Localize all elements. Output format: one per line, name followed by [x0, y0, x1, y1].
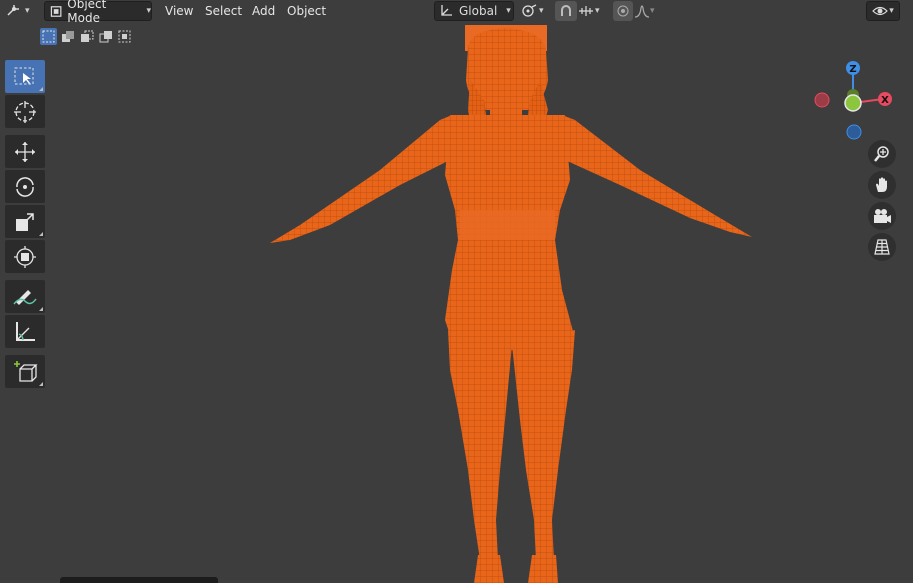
hand-pan-icon	[876, 177, 887, 192]
select-intersect-button[interactable]	[116, 28, 133, 45]
axis-x-label: X	[881, 95, 889, 106]
magnet-icon	[561, 5, 571, 16]
grid-perspective-icon	[874, 239, 890, 255]
tool-add-cube[interactable]	[5, 355, 45, 388]
rotate-icon	[16, 176, 34, 197]
chevron-down-icon: ▾	[595, 6, 600, 16]
scale-icon	[16, 212, 34, 231]
3d-viewport[interactable]: ▾ Object Mode ▾ View Select Add Object G…	[0, 0, 913, 583]
axis-y-circle[interactable]	[844, 94, 862, 112]
move-icon	[15, 141, 35, 162]
tool-transform[interactable]	[5, 240, 45, 273]
tool-cursor[interactable]	[5, 95, 45, 128]
falloff-curve-icon	[634, 5, 650, 18]
pan-button[interactable]	[868, 171, 896, 199]
zoom-icon	[874, 146, 889, 162]
orientation-label: Global	[459, 4, 498, 18]
mode-label: Object Mode	[67, 0, 107, 25]
select-subtract-icon	[80, 30, 93, 42]
mode-dropdown[interactable]: Object Mode ▾	[44, 0, 152, 25]
object-mode-icon	[50, 5, 62, 17]
pivot-point-dropdown[interactable]: ▾	[520, 1, 550, 21]
editor-type-button[interactable]: ▾	[6, 1, 38, 21]
chevron-down-icon: ▾	[889, 6, 894, 16]
camera-icon	[874, 209, 891, 223]
perspective-toggle-button[interactable]	[868, 233, 896, 261]
chevron-down-icon: ▾	[650, 6, 655, 16]
chevron-down-icon: ▾	[539, 6, 544, 16]
falloff-dropdown[interactable]: ▾	[634, 1, 664, 21]
tool-select-box[interactable]	[5, 60, 45, 93]
select-invert-button[interactable]	[97, 28, 114, 45]
visibility-dropdown[interactable]: ▾	[866, 1, 900, 21]
select-box-icon	[14, 67, 34, 84]
tool-options-corner	[39, 232, 43, 236]
editor-type-icon	[7, 5, 19, 16]
axis-z-label: Z	[849, 64, 856, 75]
chevron-down-icon: ▾	[506, 6, 511, 16]
eye-icon	[872, 6, 889, 16]
tool-options-corner	[39, 307, 43, 311]
snap-toggle[interactable]	[555, 1, 577, 21]
select-extend-icon	[61, 31, 74, 42]
tool-options-corner	[39, 382, 43, 386]
timeline-edge	[60, 577, 218, 583]
select-subtract-button[interactable]	[78, 28, 95, 45]
viewport-header: ▾ Object Mode ▾ View Select Add Object G…	[0, 0, 913, 25]
menu-object[interactable]: Object	[285, 3, 328, 19]
tool-scale[interactable]	[5, 205, 45, 238]
tool-rotate[interactable]	[5, 170, 45, 203]
proportional-edit-icon	[617, 5, 629, 17]
annotate-icon	[13, 289, 37, 305]
pivot-point-icon	[522, 4, 537, 17]
snap-increment-icon	[579, 6, 593, 16]
select-invert-icon	[99, 31, 112, 43]
chevron-down-icon: ▾	[146, 6, 151, 16]
camera-view-button[interactable]	[868, 202, 896, 230]
select-new-icon	[42, 30, 55, 43]
snap-target-dropdown[interactable]: ▾	[578, 1, 608, 21]
add-cube-icon	[14, 360, 38, 382]
transform-icon	[14, 245, 36, 268]
navigation-gizmo[interactable]: Z X	[810, 58, 900, 148]
tool-measure[interactable]	[5, 315, 45, 348]
zoom-button[interactable]	[868, 140, 896, 168]
proportional-editing-toggle[interactable]	[613, 1, 633, 21]
chevron-down-icon: ▾	[25, 6, 30, 16]
menu-view[interactable]: View	[163, 3, 195, 19]
axis-neg-x-circle[interactable]	[814, 92, 830, 108]
tool-annotate[interactable]	[5, 280, 45, 313]
measure-icon	[16, 321, 35, 341]
select-extend-button[interactable]	[59, 28, 76, 45]
menu-add[interactable]: Add	[250, 3, 277, 19]
selection-mode-buttons	[40, 28, 133, 48]
orientation-dropdown[interactable]: Global ▾	[434, 1, 514, 21]
select-intersect-icon	[118, 30, 130, 43]
select-new-button[interactable]	[40, 28, 57, 45]
tool-options-corner	[39, 87, 43, 91]
transform-orientation-icon	[441, 5, 452, 16]
tool-move[interactable]	[5, 135, 45, 168]
menu-select[interactable]: Select	[203, 3, 244, 19]
axis-neg-z-circle[interactable]	[846, 124, 862, 140]
character-mesh[interactable]	[0, 0, 913, 583]
cursor-icon	[14, 100, 36, 123]
